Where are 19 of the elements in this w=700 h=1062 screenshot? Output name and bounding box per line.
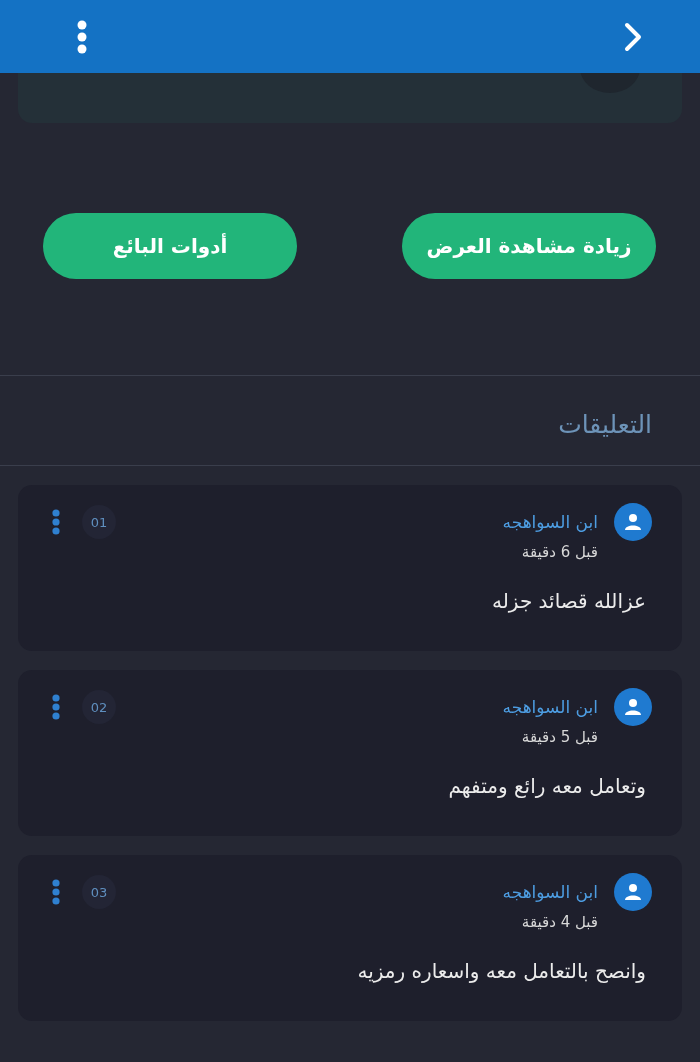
comment-number: 02 — [82, 690, 116, 724]
comment-author[interactable]: ابن السواهجه — [502, 882, 598, 902]
kebab-icon — [52, 879, 60, 905]
comment-time: قبل 4 دقيقة — [520, 913, 598, 931]
comment-number: 01 — [82, 505, 116, 539]
comment-text: وانصح بالتعامل معه واسعاره رمزيه — [356, 959, 647, 983]
comment-author[interactable]: ابن السواهجه — [502, 512, 598, 532]
user-icon — [614, 688, 652, 726]
comment-time: قبل 6 دقيقة — [520, 543, 598, 561]
comment-text: وتعامل معه رائع ومتفهم — [447, 774, 647, 798]
kebab-icon — [52, 509, 60, 535]
section-title: التعليقات — [557, 409, 653, 441]
user-icon — [614, 503, 652, 541]
comment-time: قبل 5 دقيقة — [520, 728, 598, 746]
kebab-icon — [52, 694, 60, 720]
comment-author[interactable]: ابن السواهجه — [502, 697, 598, 717]
comment-number: 03 — [82, 875, 116, 909]
user-icon — [614, 873, 652, 911]
comment-text: عزالله قصائد جزله — [491, 589, 647, 613]
